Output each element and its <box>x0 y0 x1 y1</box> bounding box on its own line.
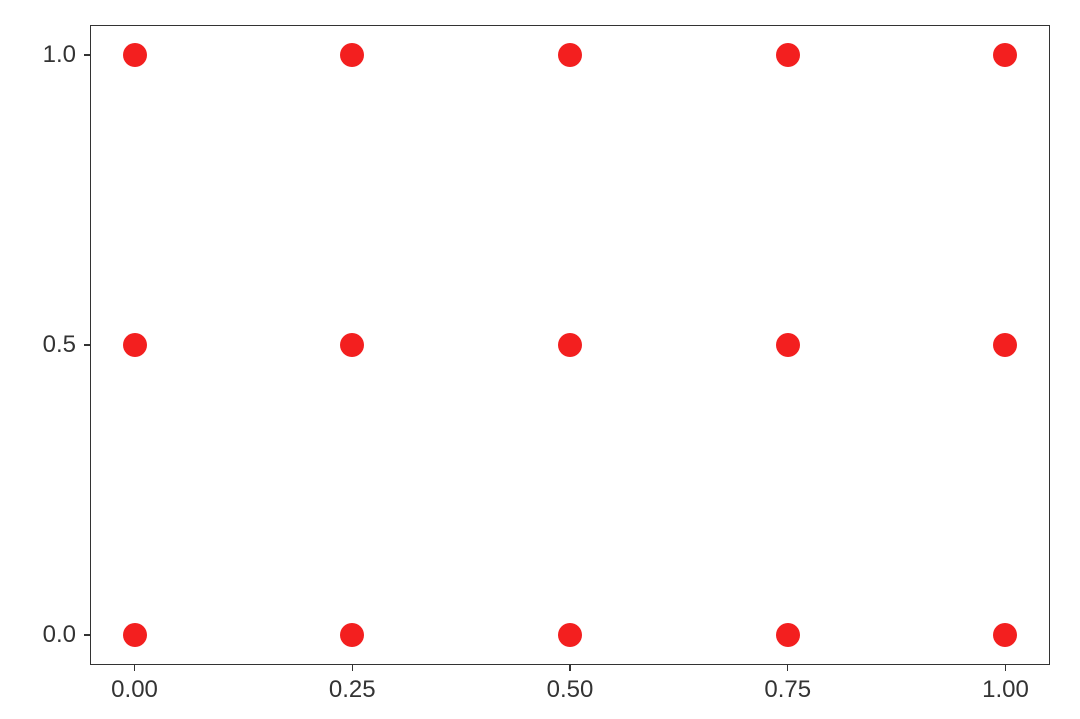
x-tick-label: 0.00 <box>111 676 158 704</box>
chart-container: 0.000.250.500.751.000.00.51.0 <box>90 25 1050 665</box>
x-tick-label: 1.00 <box>982 676 1029 704</box>
x-tick-label: 0.25 <box>329 676 376 704</box>
scatter-point <box>123 43 147 67</box>
scatter-point <box>340 623 364 647</box>
x-tick <box>1005 664 1007 671</box>
scatter-point <box>123 333 147 357</box>
y-tick <box>84 344 91 346</box>
scatter-point <box>340 43 364 67</box>
scatter-point <box>340 333 364 357</box>
scatter-point <box>776 333 800 357</box>
x-tick <box>569 664 571 671</box>
x-tick <box>787 664 789 671</box>
scatter-point <box>993 333 1017 357</box>
x-tick <box>352 664 354 671</box>
y-tick-label: 1.0 <box>43 41 76 69</box>
x-tick <box>134 664 136 671</box>
y-tick-label: 0.0 <box>43 621 76 649</box>
scatter-point <box>123 623 147 647</box>
scatter-point <box>993 623 1017 647</box>
y-tick <box>84 634 91 636</box>
plot-area: 0.000.250.500.751.000.00.51.0 <box>90 25 1050 665</box>
scatter-point <box>776 43 800 67</box>
scatter-point <box>558 623 582 647</box>
scatter-point <box>776 623 800 647</box>
scatter-point <box>558 333 582 357</box>
x-tick-label: 0.75 <box>764 676 811 704</box>
y-tick-label: 0.5 <box>43 331 76 359</box>
scatter-point <box>558 43 582 67</box>
x-tick-label: 0.50 <box>547 676 594 704</box>
scatter-point <box>993 43 1017 67</box>
y-tick <box>84 54 91 56</box>
